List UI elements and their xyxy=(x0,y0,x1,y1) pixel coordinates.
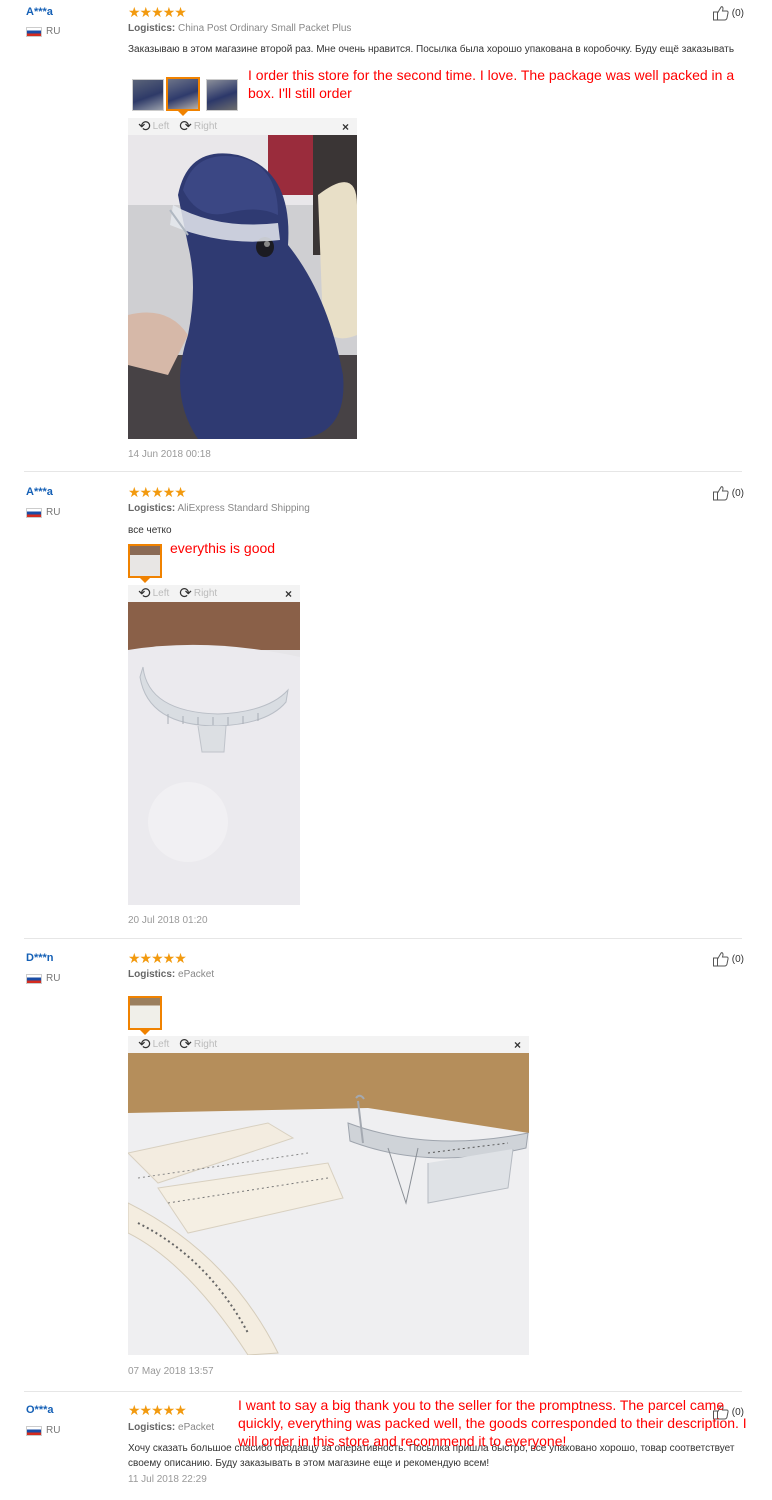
rotate-left-label: Left xyxy=(152,121,170,132)
star-rating: ★★★★★ xyxy=(128,484,187,500)
close-icon[interactable]: × xyxy=(342,120,349,134)
country-code: RU xyxy=(46,973,61,984)
rotate-left-button[interactable]: ⟲ Left xyxy=(138,1037,169,1052)
rotate-left-label: Left xyxy=(152,1039,170,1050)
thumbs-up-icon xyxy=(712,952,729,967)
translation-annotation: I want to say a big thank you to the sel… xyxy=(238,1397,747,1449)
star-rating: ★★★★★ xyxy=(128,1402,187,1418)
like-count: (0) xyxy=(731,487,744,499)
reviewer-country: RU xyxy=(26,507,60,518)
like-button[interactable]: (0) xyxy=(712,485,744,501)
reviewer-country: RU xyxy=(26,1425,60,1436)
thumbs-up-icon xyxy=(712,6,729,21)
review-photo-large xyxy=(128,602,300,905)
thumbnail-pointer xyxy=(140,1030,150,1035)
rotate-left-button[interactable]: ⟲ Left xyxy=(138,586,169,601)
like-count: (0) xyxy=(731,7,744,19)
rotate-left-icon: ⟲ xyxy=(138,118,151,135)
rotate-right-label: Right xyxy=(193,588,218,599)
reviewer-country: RU xyxy=(26,26,60,37)
rotate-right-icon: ⟳ xyxy=(179,585,192,602)
star-rating: ★★★★★ xyxy=(128,950,187,966)
rotate-right-button[interactable]: ⟳ Right xyxy=(179,119,217,134)
close-icon[interactable]: × xyxy=(285,587,292,601)
like-count: (0) xyxy=(731,953,744,965)
rotate-right-label: Right xyxy=(193,1039,218,1050)
logistics-info: Logistics: ePacket xyxy=(128,969,214,980)
russia-flag-icon xyxy=(26,973,42,984)
reviewer-country: RU xyxy=(26,973,60,984)
like-button[interactable]: (0) xyxy=(712,951,744,967)
rotate-right-label: Right xyxy=(193,121,218,132)
eyebrow-rulers-photo xyxy=(128,1053,529,1355)
reviewer-name[interactable]: D***n xyxy=(26,952,54,964)
rotate-right-icon: ⟳ xyxy=(179,1036,192,1053)
logistics-label: Logistics: xyxy=(128,23,176,34)
review-date: 14 Jun 2018 00:18 xyxy=(128,449,211,460)
review-item: O***a RU ★★★★★ Logistics: ePacket (0) Хо… xyxy=(0,1392,772,1500)
logistics-label: Logistics: xyxy=(128,1422,176,1433)
translation-annotation: everythis is good xyxy=(170,540,276,556)
country-code: RU xyxy=(46,507,61,518)
star-rating: ★★★★★ xyxy=(128,4,187,20)
thumbnail-pointer xyxy=(140,578,150,583)
logistics-info: Logistics: AliExpress Standard Shipping xyxy=(128,503,310,514)
logistics-label: Logistics: xyxy=(128,503,176,514)
reviewer-name[interactable]: A***a xyxy=(26,486,53,498)
eyebrow-stencil-photo xyxy=(128,602,300,905)
review-item: D***n RU ★★★★★ Logistics: ePacket (0) ⟲ … xyxy=(0,938,772,1392)
country-code: RU xyxy=(46,1425,61,1436)
thumbnail-pointer xyxy=(178,111,188,116)
review-photo-thumbnail-selected[interactable] xyxy=(128,996,162,1030)
rotate-left-label: Left xyxy=(152,588,170,599)
review-photo-thumbnail-selected[interactable] xyxy=(128,544,162,578)
review-photo-large xyxy=(128,135,357,439)
russia-flag-icon xyxy=(26,507,42,518)
russia-flag-icon xyxy=(26,1425,42,1436)
logistics-label: Logistics: xyxy=(128,969,176,980)
logistics-info: Logistics: China Post Ordinary Small Pac… xyxy=(128,23,351,34)
review-text: Заказываю в этом магазине второй раз. Мн… xyxy=(128,44,735,55)
photo-viewer-toolbar: ⟲ Left ⟳ Right × xyxy=(128,585,300,602)
logistics-method: ePacket xyxy=(178,969,215,980)
thumbs-up-icon xyxy=(712,486,729,501)
logistics-method: ePacket xyxy=(178,1422,215,1433)
review-date: 11 Jul 2018 22:29 xyxy=(128,1474,207,1485)
rotate-right-button[interactable]: ⟳ Right xyxy=(179,586,217,601)
review-photo-large xyxy=(128,1053,529,1355)
review-text: все четко xyxy=(128,525,172,536)
rotate-right-icon: ⟳ xyxy=(179,118,192,135)
review-photo-thumbnail-selected[interactable] xyxy=(166,77,200,111)
like-button[interactable]: (0) xyxy=(712,5,744,21)
russia-flag-icon xyxy=(26,26,42,37)
country-code: RU xyxy=(46,26,61,37)
logistics-method: China Post Ordinary Small Packet Plus xyxy=(178,23,352,34)
photo-viewer-toolbar: ⟲ Left ⟳ Right × xyxy=(128,118,357,135)
rotate-left-icon: ⟲ xyxy=(138,585,151,602)
reviewer-name[interactable]: A***a xyxy=(26,6,53,18)
reviewer-name[interactable]: O***a xyxy=(26,1404,54,1416)
review-date: 20 Jul 2018 01:20 xyxy=(128,915,208,926)
photo-viewer-toolbar: ⟲ Left ⟳ Right × xyxy=(128,1036,529,1053)
plush-toy-photo xyxy=(128,135,357,439)
review-photo-thumbnail[interactable] xyxy=(132,79,164,111)
review-date: 07 May 2018 13:57 xyxy=(128,1366,214,1377)
logistics-method: AliExpress Standard Shipping xyxy=(177,503,310,514)
review-photo-thumbnail[interactable] xyxy=(206,79,238,111)
rotate-right-button[interactable]: ⟳ Right xyxy=(179,1037,217,1052)
rotate-left-icon: ⟲ xyxy=(138,1036,151,1053)
close-icon[interactable]: × xyxy=(514,1038,521,1052)
translation-annotation: I order this store for the second time. … xyxy=(248,67,735,101)
review-item: A***a RU ★★★★★ Logistics: China Post Ord… xyxy=(0,0,772,472)
logistics-info: Logistics: ePacket xyxy=(128,1422,214,1433)
rotate-left-button[interactable]: ⟲ Left xyxy=(138,119,169,134)
review-item: A***a RU ★★★★★ Logistics: AliExpress Sta… xyxy=(0,472,772,939)
